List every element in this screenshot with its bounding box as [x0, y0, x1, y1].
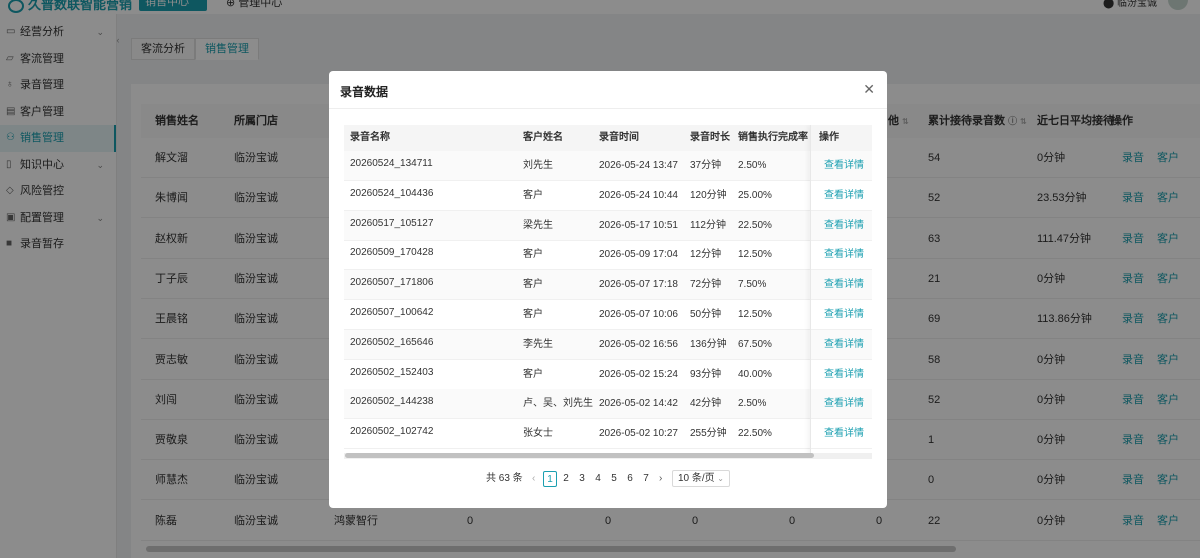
recording-data-modal: 录音数据 ✕ 录音名称 客户姓名 录音时间 录音时长 销售执行完成率 操作 20… — [329, 71, 887, 508]
recording-time-cell: 2026-05-02 10:27 — [599, 428, 678, 440]
page-number[interactable]: 7 — [639, 471, 653, 487]
customer-name-cell: 客户 — [523, 249, 543, 261]
recording-duration-cell: 136分钟 — [690, 338, 727, 350]
table-row: 20260509_170428 客户 2026-05-09 17:04 12分钟 12.… — [344, 240, 872, 271]
recording-name-cell: 20260502_152403 — [350, 366, 434, 378]
recording-name-cell: 20260502_102742 — [350, 426, 434, 438]
table-row: 20260502_165646 李先生 2026-05-02 16:56 136分钟 6… — [344, 329, 872, 360]
customer-name-cell: 梁先生 — [523, 219, 553, 231]
modal-divider — [329, 108, 887, 109]
table-row: 20260517_105127 梁先生 2026-05-17 10:51 112分钟 2… — [344, 210, 872, 241]
customer-name-cell: 客户 — [523, 189, 543, 201]
table-row: 20260507_100642 客户 2026-05-07 10:06 50分钟 12.… — [344, 300, 872, 330]
page-number[interactable]: 4 — [591, 471, 605, 487]
recording-duration-cell: 37分钟 — [690, 160, 722, 171]
recording-name-cell: 20260524_134711 — [350, 158, 433, 169]
recording-time-cell: 2026-05-09 17:04 — [599, 249, 678, 261]
recording-time-cell: 2026-05-07 17:18 — [599, 279, 678, 291]
recording-duration-cell: 72分钟 — [690, 279, 722, 291]
recording-time-cell: 2026-05-07 10:06 — [599, 309, 678, 320]
customer-name-cell: 刘先生 — [523, 160, 553, 171]
table-row: 20260524_134711 刘先生 2026-05-24 13:47 37分钟 2.… — [344, 151, 872, 181]
completion-rate-cell: 7.50% — [738, 279, 767, 291]
recording-time-cell: 2026-05-24 13:47 — [599, 160, 678, 171]
modal-title: 录音数据 — [340, 85, 389, 99]
table-row: 20260502_144238 卢、吴、刘先生 2026-05-02 14:42 42… — [344, 389, 872, 420]
page-number[interactable]: 1 — [543, 471, 557, 487]
chevron-down-icon: ⌄ — [717, 474, 724, 483]
recording-name-cell: 20260507_100642 — [350, 307, 434, 318]
recording-duration-cell: 50分钟 — [690, 309, 722, 320]
completion-rate-cell: 25.00% — [738, 189, 772, 201]
page-number[interactable]: 3 — [575, 471, 589, 487]
header-recording-name: 录音名称 — [350, 132, 390, 143]
recording-time-cell: 2026-05-02 16:56 — [599, 338, 678, 350]
recording-table-header: 录音名称 客户姓名 录音时间 录音时长 销售执行完成率 操作 — [344, 125, 872, 151]
header-recording-duration: 录音时长 — [690, 132, 730, 143]
completion-rate-cell: 12.50% — [738, 309, 772, 320]
completion-rate-cell: 67.50% — [738, 338, 772, 350]
fixed-operation-column — [810, 125, 872, 459]
completion-rate-cell: 22.50% — [738, 428, 772, 440]
recording-name-cell: 20260507_171806 — [350, 277, 434, 289]
customer-name-cell: 客户 — [523, 279, 543, 291]
customer-name-cell: 卢、吴、刘先生 — [523, 398, 593, 410]
recording-name-cell: 20260502_165646 — [350, 336, 434, 348]
recording-duration-cell: 255分钟 — [690, 428, 727, 440]
header-customer-name: 客户姓名 — [523, 132, 563, 143]
recording-table: 录音名称 客户姓名 录音时间 录音时长 销售执行完成率 操作 20260524_… — [344, 125, 872, 459]
page-size-label: 10 条/页 — [678, 473, 715, 484]
completion-rate-cell: 12.50% — [738, 249, 772, 261]
completion-rate-cell: 2.50% — [738, 160, 767, 171]
recording-time-cell: 2026-05-02 15:24 — [599, 368, 678, 380]
recording-name-cell: 20260509_170428 — [350, 247, 434, 259]
page-number[interactable]: 2 — [559, 471, 573, 487]
recording-time-cell: 2026-05-02 14:42 — [599, 398, 678, 410]
modal-scroll-thumb[interactable] — [345, 453, 814, 458]
completion-rate-cell: 2.50% — [738, 398, 767, 410]
prev-page-icon[interactable]: ‹ — [532, 470, 535, 488]
customer-name-cell: 张女士 — [523, 428, 553, 440]
recording-duration-cell: 12分钟 — [690, 249, 722, 261]
table-row: 20260507_171806 客户 2026-05-07 17:18 72分钟 7.5… — [344, 270, 872, 301]
recording-duration-cell: 112分钟 — [690, 219, 726, 231]
completion-rate-cell: 22.50% — [738, 219, 772, 231]
recording-duration-cell: 42分钟 — [690, 398, 722, 410]
pagination-total: 共 63 条 — [486, 473, 523, 484]
completion-rate-cell: 40.00% — [738, 368, 772, 380]
pagination: 共 63 条 ‹ › 10 条/页 ⌄ 1234567 — [329, 470, 887, 488]
recording-duration-cell: 120分钟 — [690, 189, 727, 201]
table-row: 20260502_152403 客户 2026-05-02 15:24 93分钟 40.… — [344, 360, 872, 390]
recording-name-cell: 20260502_144238 — [350, 396, 434, 408]
page-number[interactable]: 5 — [607, 471, 621, 487]
recording-time-cell: 2026-05-24 10:44 — [599, 189, 678, 201]
customer-name-cell: 客户 — [523, 368, 543, 380]
customer-name-cell: 客户 — [523, 309, 543, 320]
table-row: 20260524_104436 客户 2026-05-24 10:44 120分钟 25… — [344, 181, 872, 211]
table-row: 20260502_102742 张女士 2026-05-02 10:27 255分钟 2… — [344, 419, 872, 450]
header-completion-rate: 销售执行完成率 — [738, 132, 808, 143]
customer-name-cell: 李先生 — [523, 338, 553, 350]
close-icon[interactable]: ✕ — [863, 81, 875, 98]
page-size-select[interactable]: 10 条/页 ⌄ — [672, 470, 730, 487]
page-number[interactable]: 6 — [623, 471, 637, 487]
recording-name-cell: 20260517_105127 — [350, 217, 434, 229]
recording-name-cell: 20260524_104436 — [350, 187, 434, 199]
next-page-icon[interactable]: › — [659, 470, 662, 488]
recording-duration-cell: 93分钟 — [690, 368, 722, 380]
header-recording-time: 录音时间 — [599, 132, 639, 143]
recording-time-cell: 2026-05-17 10:51 — [599, 219, 678, 231]
